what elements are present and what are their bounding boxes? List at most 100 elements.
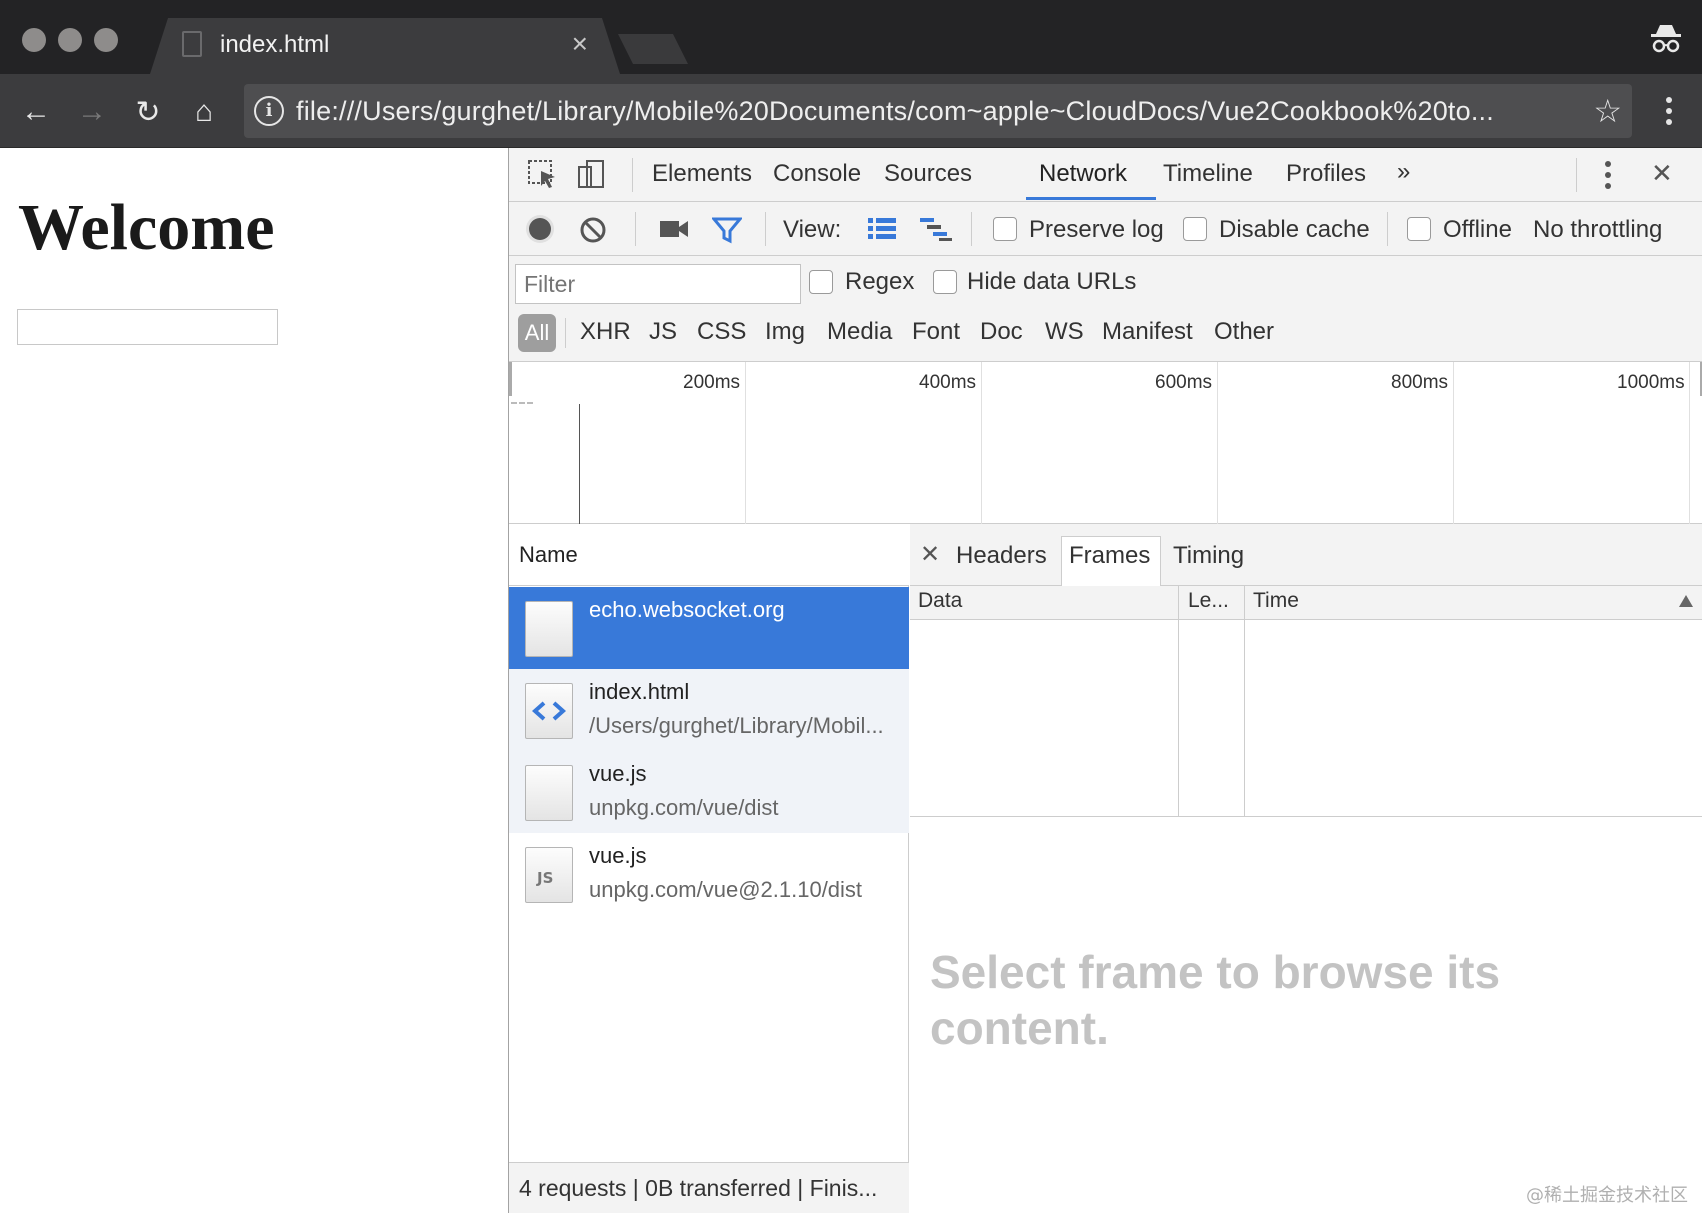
throttling-select[interactable]: No throttling [1533,216,1662,244]
request-name: echo.websocket.org [589,597,785,622]
separator [1387,212,1388,246]
more-tabs-button[interactable]: » [1397,158,1410,186]
address-bar[interactable]: i file:///Users/gurghet/Library/Mobile%2… [244,84,1632,138]
detail-tabbar: ✕ Headers Frames Timing [910,524,1702,588]
request-row[interactable]: index.html /Users/gurghet/Library/Mobil.… [509,669,909,751]
type-media-button[interactable]: Media [827,318,892,346]
record-icon[interactable] [525,214,555,244]
network-toolbar: View: Preserve log Disable cache Offline… [509,202,1702,256]
type-xhr-button[interactable]: XHR [580,318,631,346]
tab-timeline[interactable]: Timeline [1163,160,1253,188]
type-css-button[interactable]: CSS [697,318,746,346]
request-name: index.html [589,679,690,704]
browser-tab[interactable]: index.html × [150,18,620,74]
request-list: Name echo.websocket.org index.html /User… [509,524,909,1213]
separator [565,318,566,348]
column-divider[interactable] [1244,586,1245,816]
devtools-menu-button[interactable] [1603,156,1613,196]
network-status-bar: 4 requests | 0B transferred | Finis... [509,1162,909,1213]
gridline [1217,362,1218,524]
bookmark-star-icon[interactable]: ☆ [1593,92,1622,130]
preserve-log-checkbox[interactable] [993,217,1017,241]
info-icon[interactable]: i [254,96,284,126]
overview-left-handle[interactable] [509,362,512,396]
type-js-button[interactable]: JS [649,318,677,346]
name-column-header[interactable]: Name [509,524,909,586]
request-name: vue.js [589,843,647,868]
tab-timing[interactable]: Timing [1173,542,1244,570]
watermark: @稀土掘金技术社区 [1526,1185,1688,1206]
clear-icon[interactable] [579,216,607,244]
window-minimize-button[interactable] [58,28,82,52]
type-img-button[interactable]: Img [765,318,805,346]
regex-label: Regex [845,268,915,295]
tab-console[interactable]: Console [773,160,861,188]
tab-close-button[interactable]: × [572,28,588,60]
filter-input[interactable] [515,264,801,304]
frames-table-header: Data Le... Time [910,586,1702,620]
resource-type-filter: All XHR JS CSS Img Media Font Doc WS Man… [509,306,1702,362]
window-close-button[interactable] [22,28,46,52]
load-marker [579,404,580,524]
offline-checkbox[interactable] [1407,217,1431,241]
type-doc-button[interactable]: Doc [980,318,1023,346]
status-summary: 4 requests | 0B transferred | Finis... [519,1175,878,1201]
active-tab-indicator [1026,197,1156,200]
type-all-button[interactable]: All [518,314,556,352]
screenshot-camera-icon[interactable] [659,218,689,240]
device-toolbar-icon[interactable] [573,157,609,193]
detail-close-button[interactable]: ✕ [920,540,940,569]
overview-tick-label: 200ms [683,372,741,393]
separator [971,212,972,246]
new-tab-button[interactable] [618,34,688,64]
gridline [745,362,746,524]
window-zoom-button[interactable] [94,28,118,52]
tab-network[interactable]: Network [1039,160,1127,188]
request-detail-pane: ✕ Headers Frames Timing Data Le... Time … [910,524,1702,1213]
hide-data-urls-checkbox[interactable] [933,270,957,294]
tab-elements[interactable]: Elements [652,160,752,188]
reload-button[interactable]: ↻ [128,92,168,132]
tab-sources[interactable]: Sources [884,160,972,188]
waterfall-icon[interactable] [919,216,953,242]
devtools-close-button[interactable]: ✕ [1651,158,1673,189]
browser-menu-button[interactable] [1664,92,1674,132]
type-manifest-button[interactable]: Manifest [1102,318,1193,346]
request-row[interactable]: vue.js unpkg.com/vue/dist [509,751,909,833]
type-font-button[interactable]: Font [912,318,960,346]
request-path: /Users/gurghet/Library/Mobil... [589,713,884,738]
svg-text:JS: JS [536,869,553,886]
page-text-input[interactable] [17,309,278,345]
column-divider[interactable] [1178,586,1179,816]
type-other-button[interactable]: Other [1214,318,1274,346]
disable-cache-checkbox[interactable] [1183,217,1207,241]
name-header-label: Name [519,542,578,567]
home-button[interactable]: ⌂ [184,92,224,132]
filter-bar: Regex Hide data URLs [509,256,1702,306]
url-text[interactable]: file:///Users/gurghet/Library/Mobile%20D… [296,96,1576,127]
inspect-element-icon[interactable] [525,157,561,193]
tab-headers[interactable]: Headers [956,542,1047,570]
column-time[interactable]: Time [1253,589,1299,613]
forward-button[interactable]: → [72,92,112,132]
network-overview[interactable]: 200ms 400ms 600ms 800ms 1000ms [509,362,1702,524]
column-data[interactable]: Data [918,589,962,613]
type-ws-button[interactable]: WS [1045,318,1084,346]
request-row[interactable]: echo.websocket.org [509,587,909,669]
filter-funnel-icon[interactable] [712,216,742,244]
html-file-icon [525,683,573,739]
large-rows-icon[interactable] [867,216,897,242]
view-label: View: [783,216,842,243]
column-length[interactable]: Le... [1188,589,1229,613]
hide-data-urls-label: Hide data URLs [967,268,1137,295]
request-name: vue.js [589,761,647,786]
dot-icon [1666,97,1672,103]
regex-checkbox[interactable] [809,270,833,294]
request-row[interactable]: JS vue.js unpkg.com/vue@2.1.10/dist [509,833,909,915]
gridline [1453,362,1454,524]
dot-icon [1666,108,1672,114]
back-button[interactable]: ← [16,92,56,132]
page-heading: Welcome [18,191,275,264]
tab-profiles[interactable]: Profiles [1286,160,1366,188]
tab-frames[interactable]: Frames [1069,542,1150,570]
